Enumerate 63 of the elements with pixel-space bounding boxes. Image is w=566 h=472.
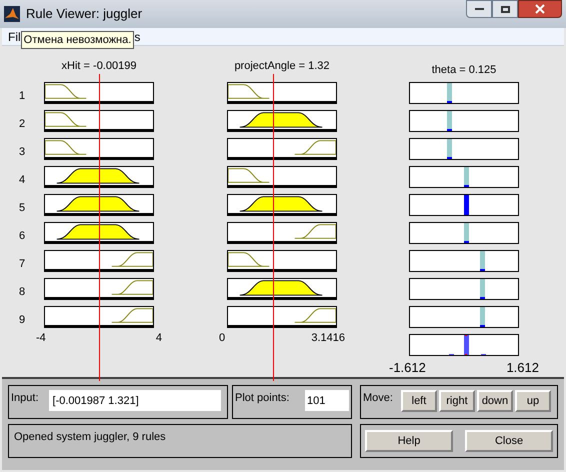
menu-item[interactable]: s bbox=[134, 28, 140, 46]
output-bar bbox=[464, 166, 469, 186]
membership-curve bbox=[294, 140, 336, 155]
membership-curve bbox=[294, 308, 336, 323]
input-variable-label: projectAngle = 1.32 bbox=[234, 59, 330, 74]
status-message: Opened system juggler, 9 rules bbox=[8, 424, 352, 458]
axis-max-label: 1.612 bbox=[506, 358, 539, 376]
plot-points-field[interactable]: 101 bbox=[305, 390, 349, 411]
membership-curve bbox=[45, 84, 87, 99]
membership-curve bbox=[228, 168, 270, 183]
membership-curve bbox=[111, 280, 153, 295]
rule-number: 5 bbox=[18, 201, 26, 215]
minimize-button[interactable] bbox=[466, 0, 492, 18]
aggregate-output-drawing bbox=[449, 334, 486, 354]
output-bar bbox=[480, 278, 485, 298]
close-button[interactable] bbox=[518, 0, 562, 18]
input-value-slider-line[interactable] bbox=[99, 74, 100, 381]
rule-number: 4 bbox=[18, 173, 26, 187]
membership-curve bbox=[45, 112, 87, 127]
rule-number: 1 bbox=[18, 89, 26, 103]
close-icon bbox=[535, 4, 545, 14]
menu-item[interactable]: Fil bbox=[8, 28, 21, 46]
tooltip: Отмена невозможна. bbox=[20, 30, 134, 48]
input-variable-label: xHit = -0.00199 bbox=[62, 59, 136, 74]
plot-points-label: Plot points: bbox=[235, 391, 290, 406]
close-button[interactable]: Close bbox=[465, 430, 553, 452]
output-bar bbox=[447, 82, 452, 102]
membership-curve bbox=[228, 84, 270, 99]
output-bar bbox=[480, 250, 485, 270]
move-button[interactable]: left bbox=[400, 390, 437, 412]
rule-number: 2 bbox=[18, 117, 26, 131]
move-button[interactable]: down bbox=[476, 390, 513, 412]
help-button[interactable]: Help bbox=[365, 430, 453, 452]
membership-curve bbox=[111, 252, 153, 267]
move-button[interactable]: right bbox=[438, 390, 475, 412]
membership-curve bbox=[45, 140, 87, 155]
input-field[interactable]: [-0.001987 1.321] bbox=[48, 390, 221, 411]
membership-curve bbox=[111, 308, 153, 323]
rule-number: 7 bbox=[18, 257, 26, 271]
axis-min-label: 0 bbox=[219, 331, 226, 346]
output-bar bbox=[464, 222, 469, 242]
membership-curve bbox=[228, 252, 270, 267]
move-label: Move: bbox=[363, 391, 393, 406]
axis-max-label: 4 bbox=[156, 331, 162, 346]
rule-number: 6 bbox=[18, 229, 26, 243]
input-value-slider-line[interactable] bbox=[273, 74, 274, 381]
rule-number: 9 bbox=[18, 313, 26, 327]
output-bar bbox=[464, 194, 469, 214]
axis-max-label: 3.1416 bbox=[311, 331, 345, 346]
output-bar bbox=[447, 138, 452, 158]
move-button[interactable]: up bbox=[514, 390, 551, 412]
output-variable-label: theta = 0.125 bbox=[432, 63, 496, 78]
maximize-button[interactable] bbox=[492, 0, 518, 18]
app-logo-icon bbox=[4, 6, 20, 22]
axis-min-label: -1.612 bbox=[389, 358, 426, 376]
input-label: Input: bbox=[11, 391, 39, 406]
output-bar bbox=[480, 306, 485, 326]
rule-number: 3 bbox=[18, 145, 26, 159]
membership-curve bbox=[294, 224, 336, 239]
axis-min-label: -4 bbox=[36, 331, 46, 346]
output-bar bbox=[447, 110, 452, 130]
rule-number: 8 bbox=[18, 285, 26, 299]
window-title: Rule Viewer: juggler bbox=[26, 5, 144, 24]
